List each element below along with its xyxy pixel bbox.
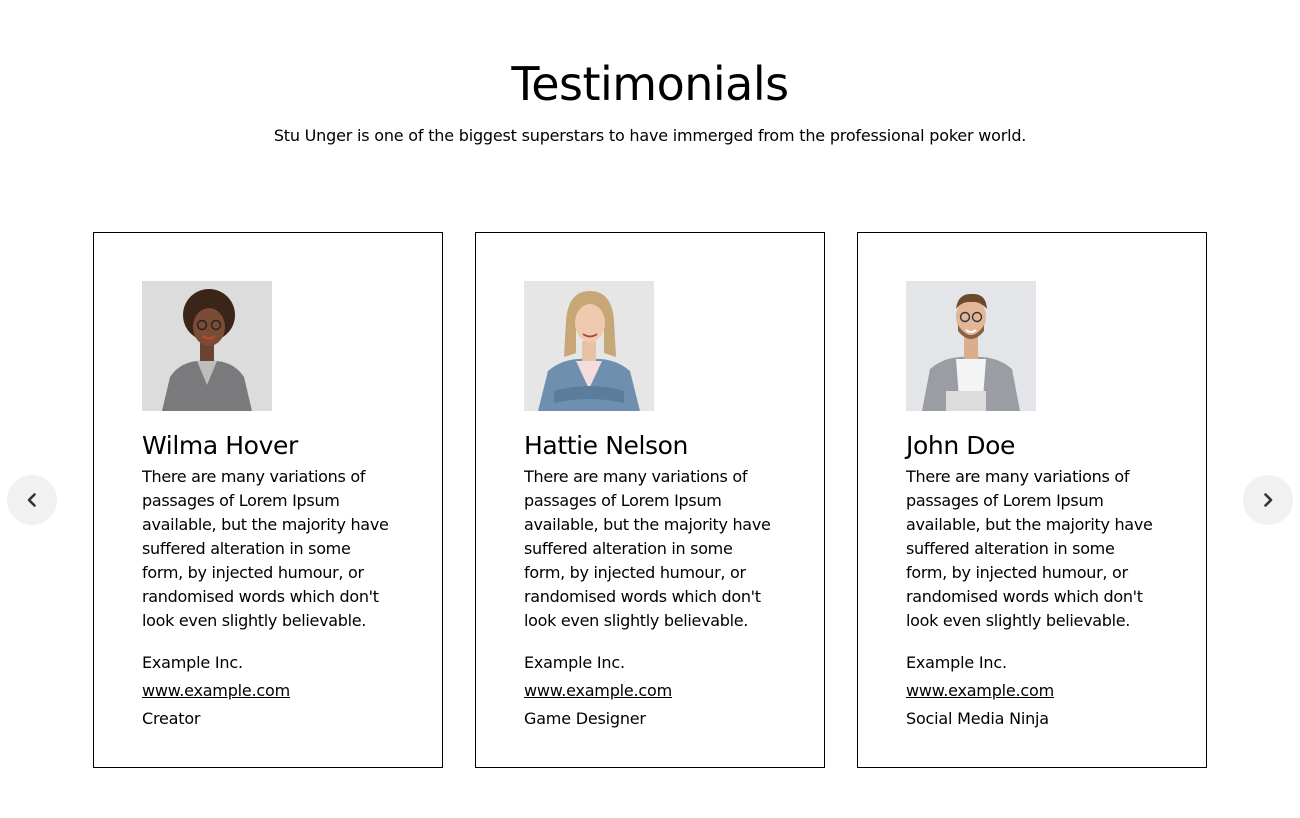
section-title: Testimonials [511,57,789,111]
testimonial-name: Wilma Hover [142,431,298,460]
carousel-prev-button[interactable] [7,475,57,525]
testimonial-website-link[interactable]: www.example.com [142,681,290,700]
testimonial-role: Creator [142,709,201,728]
testimonial-name: Hattie Nelson [524,431,688,460]
testimonial-company: Example Inc. [906,653,1007,672]
chevron-right-icon [1264,493,1273,507]
carousel-next-button[interactable] [1243,475,1293,525]
testimonial-card: John Doe There are many variations of pa… [857,232,1207,768]
testimonial-company: Example Inc. [142,653,243,672]
testimonial-quote: There are many variations of passages of… [142,467,389,630]
testimonial-company: Example Inc. [524,653,625,672]
testimonial-website-link[interactable]: www.example.com [524,681,672,700]
avatar [524,281,654,411]
testimonial-role: Game Designer [524,709,646,728]
chevron-left-icon [27,493,36,507]
testimonial-quote: There are many variations of passages of… [524,467,771,630]
testimonial-website-link[interactable]: www.example.com [906,681,1054,700]
testimonial-role: Social Media Ninja [906,709,1049,728]
section-subtitle: Stu Unger is one of the biggest supersta… [273,126,1027,145]
testimonial-card: Wilma Hover There are many variations of… [93,232,443,768]
testimonial-quote: There are many variations of passages of… [906,467,1153,630]
testimonial-name: John Doe [906,431,1016,460]
testimonial-card: Hattie Nelson There are many variations … [475,232,825,768]
avatar [142,281,272,411]
avatar [906,281,1036,411]
